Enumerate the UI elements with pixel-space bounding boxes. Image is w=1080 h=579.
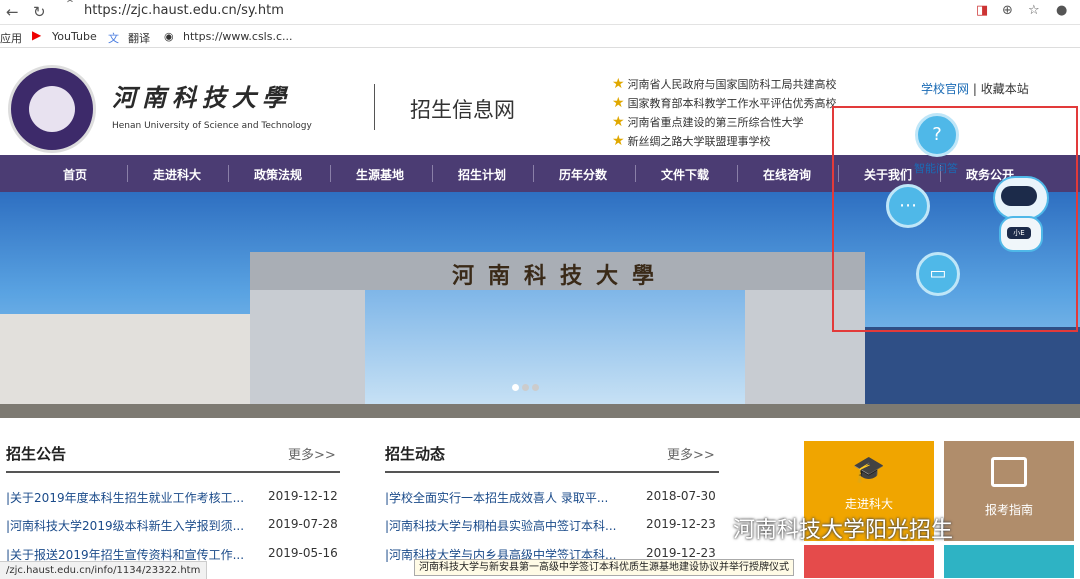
list-item[interactable]: |河南科技大学2019级本科新生入学报到须... (6, 517, 244, 534)
list-item-date: 2019-12-12 (268, 489, 338, 503)
section-divider (385, 471, 719, 473)
highlight-box (832, 106, 1078, 332)
news-more-link[interactable]: 更多>> (667, 444, 715, 463)
gate-opening (365, 290, 745, 418)
nav-enroll-plan[interactable]: 招生计划 (434, 166, 530, 183)
bookmarks-bar: 应用 ▶ YouTube 文 翻译 ◉ https://www.csls.c..… (0, 25, 1080, 48)
profile-icon[interactable]: ● (1056, 3, 1067, 18)
reload-icon[interactable]: ↻ (33, 3, 46, 21)
star-icon: ★ (612, 95, 625, 111)
browser-toolbar: ← ↻ https://zjc.haust.edu.cn/sy.htm ◨ ⊕ … (0, 0, 1080, 25)
bookmark-apps[interactable]: 应用 (0, 30, 22, 46)
nav-past-scores[interactable]: 历年分数 (535, 166, 631, 183)
header-divider (374, 84, 375, 130)
list-item-date: 2018-07-30 (646, 489, 716, 503)
badge-item: ★ 国家教育部本科教学工作水平评估优秀高校 (612, 95, 837, 111)
list-item-date: 2019-05-16 (268, 546, 338, 560)
link-tooltip: 河南科技大学与新安县第一高级中学签订本科优质生源基地建设协议并举行授牌仪式 (414, 559, 794, 576)
list-item[interactable]: |关于2019年度本科生招生就业工作考核工... (6, 489, 244, 506)
badge-item: ★ 河南省重点建设的第三所综合性大学 (612, 114, 804, 130)
university-name-en: Henan University of Science and Technolo… (112, 121, 312, 131)
top-links: 学校官网 | 收藏本站 (921, 80, 1029, 97)
badge-item: ★ 新丝绸之路大学联盟理事学校 (612, 133, 771, 149)
gate-inscription: 河南科技大學 (451, 263, 668, 289)
address-bar[interactable]: https://zjc.haust.edu.cn/sy.htm (60, 2, 984, 20)
bookmark-csls[interactable]: https://www.csls.c... (183, 30, 293, 43)
star-icon: ★ (612, 76, 625, 92)
site-title: 招生信息网 (410, 98, 515, 122)
university-name-cn: 河南科技大學 (112, 83, 292, 112)
star-bookmark-icon[interactable]: ☆ (1028, 3, 1040, 18)
status-bar-url: /zjc.haust.edu.cn/info/1134/23322.htm (0, 561, 208, 579)
news-title: 招生动态 (385, 445, 446, 463)
nav-source-base[interactable]: 生源基地 (332, 166, 428, 183)
section-divider (6, 471, 340, 473)
left-building (0, 314, 250, 418)
announcements-more-link[interactable]: 更多>> (288, 444, 336, 463)
star-icon: ★ (612, 133, 625, 149)
official-site-link[interactable]: 学校官网 (921, 82, 969, 96)
carousel-dots[interactable] (512, 376, 539, 395)
university-logo[interactable] (8, 65, 96, 153)
tile-partial-red[interactable] (804, 545, 934, 578)
link-separator: | (972, 82, 977, 96)
back-arrow-icon[interactable]: ← (6, 3, 19, 21)
nav-online-consult[interactable]: 在线咨询 (739, 166, 835, 183)
bookmark-youtube[interactable]: YouTube (52, 30, 97, 43)
list-item[interactable]: |河南科技大学与桐柏县实验高中签订本科... (385, 517, 617, 534)
announcements-title: 招生公告 (6, 445, 67, 463)
bookmark-site-link[interactable]: 收藏本站 (981, 82, 1029, 96)
youtube-icon: ▶ (32, 28, 42, 42)
list-item-date: 2019-12-23 (646, 517, 716, 531)
star-icon: ★ (612, 114, 625, 130)
logo-building-icon (29, 86, 75, 132)
graduation-cap-icon: 🎓 (852, 455, 886, 485)
list-item[interactable]: |学校全面实行一本招生成效喜人 录取平... (385, 489, 608, 506)
translate-icon: 文 (108, 32, 119, 45)
nav-home[interactable]: 首页 (27, 166, 123, 183)
list-item-date: 2019-07-28 (268, 517, 338, 531)
tile-apply-guide[interactable]: 报考指南 (944, 441, 1074, 541)
monitor-icon (991, 457, 1027, 487)
road (0, 404, 1080, 418)
badge-item: ★ 河南省人民政府与国家国防科工局共建高校 (612, 76, 837, 92)
list-item-date: 2019-12-23 (646, 546, 716, 560)
nav-policy[interactable]: 政策法规 (230, 166, 326, 183)
bookmark-translate[interactable]: 翻译 (128, 30, 150, 46)
zoom-icon[interactable]: ⊕ (1002, 3, 1013, 18)
site-permission-icon[interactable]: ◨ (976, 3, 988, 18)
nav-downloads[interactable]: 文件下载 (637, 166, 733, 183)
wechat-watermark: 河南科技大学阳光招生 (733, 518, 954, 543)
tile-partial-teal[interactable] (944, 545, 1074, 578)
globe-icon: ◉ (164, 30, 174, 43)
nav-about-univ[interactable]: 走进科大 (129, 166, 225, 183)
